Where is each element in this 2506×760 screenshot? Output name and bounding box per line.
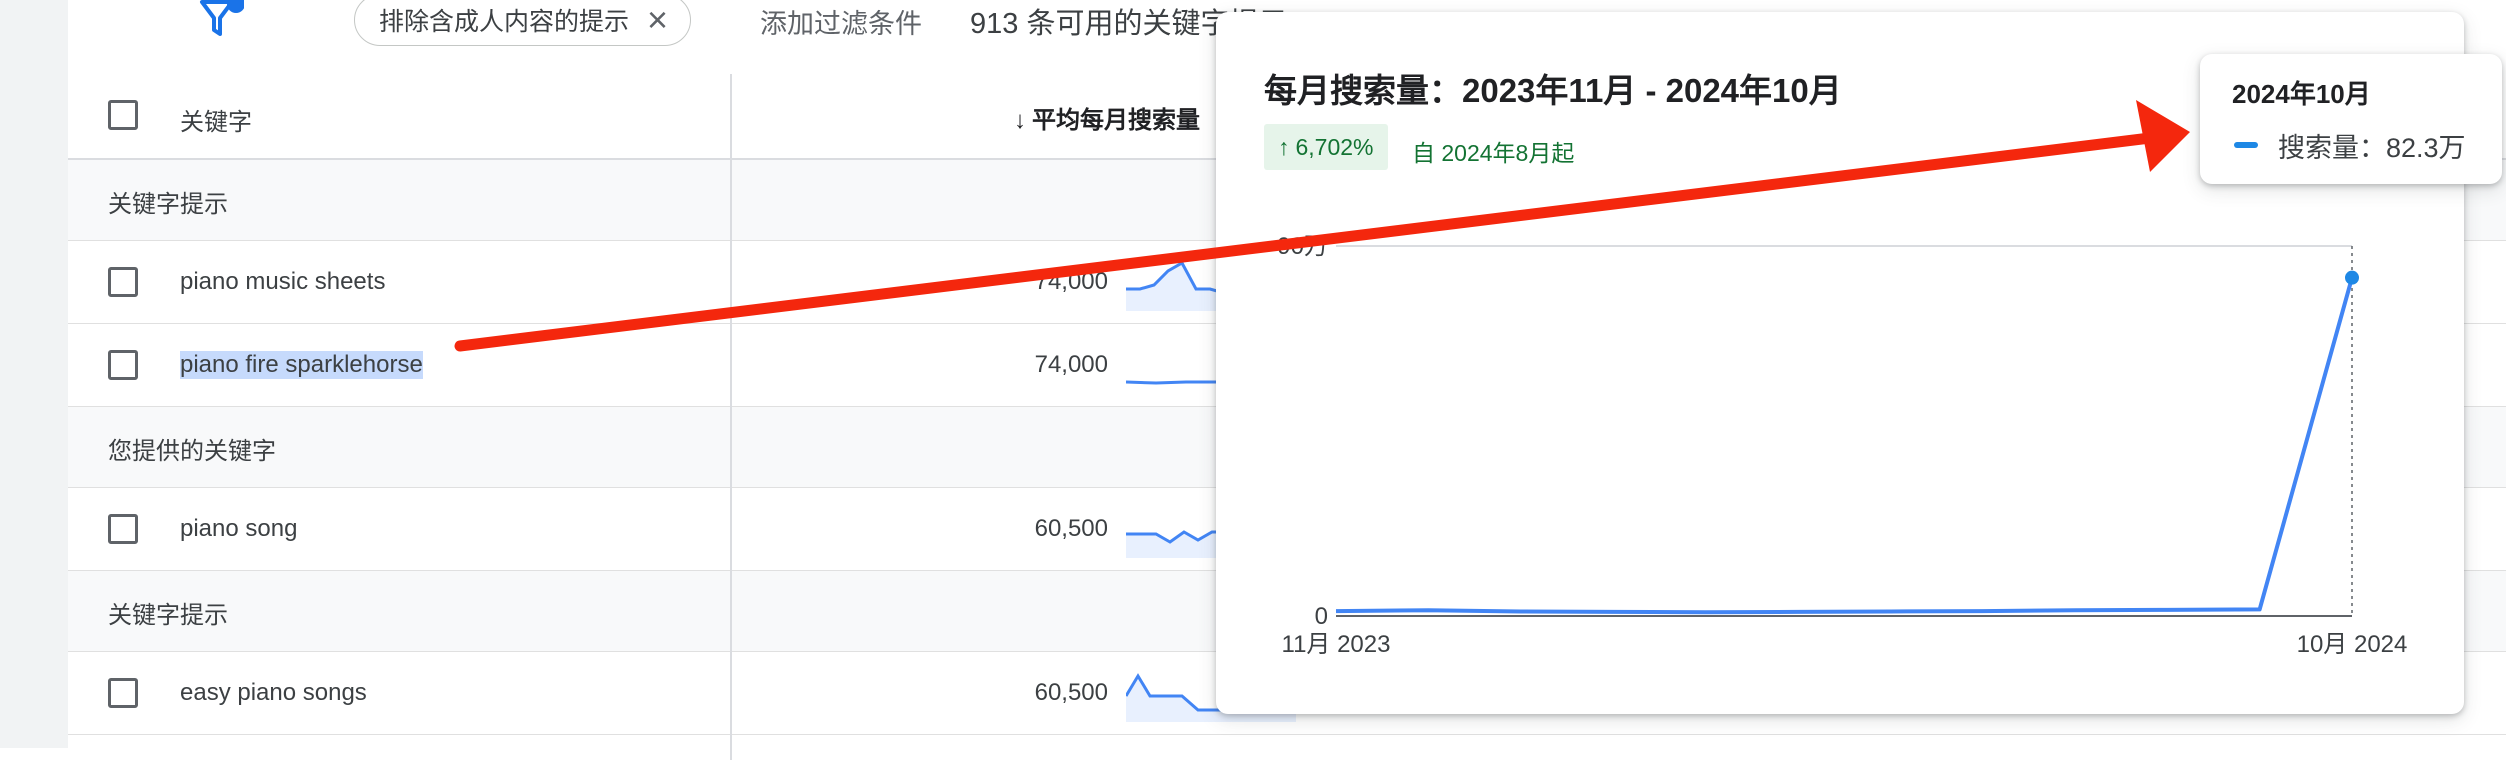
- filter-chip-label: 排除含成人内容的提示: [379, 8, 630, 36]
- avg-monthly-value: 74,000: [1034, 268, 1108, 295]
- section-title: 关键字提示: [108, 602, 228, 629]
- column-header-keyword[interactable]: 关键字: [180, 102, 252, 137]
- column-divider: [730, 74, 732, 160]
- monthly-search-chart: 0 90万 11月 2023 10月 2024: [1277, 233, 2408, 658]
- section-title: 关键字提示: [108, 191, 228, 218]
- series-line: [1335, 277, 2354, 615]
- series-legend-dash: [2234, 142, 2258, 148]
- filter-chip-exclude-adult[interactable]: 排除含成人内容的提示 ×: [354, 0, 692, 46]
- tooltip-date: 2024年10月: [2232, 79, 2371, 109]
- arrow-up-icon: ↑: [1278, 133, 1290, 160]
- section-title: 您提供的关键字: [108, 438, 276, 465]
- sort-down-icon: ↓: [1014, 107, 1026, 134]
- y-tick-label: 90万: [1277, 233, 1328, 260]
- close-icon[interactable]: ×: [647, 2, 668, 38]
- chart-tooltip: 2024年10月 搜索量：82.3万: [2200, 54, 2502, 184]
- select-all-checkbox[interactable]: [108, 100, 138, 130]
- data-point-highlight: [2345, 270, 2359, 285]
- avg-monthly-value: 74,000: [1034, 351, 1108, 378]
- x-tick-label: 10月 2024: [2297, 631, 2408, 658]
- x-tick-label: 11月 2023: [1282, 631, 1391, 658]
- tooltip-value: 搜索量：82.3万: [2278, 133, 2466, 163]
- keyword-text: piano music sheets: [180, 268, 386, 295]
- keyword-text: piano song: [180, 515, 298, 542]
- filter-icon[interactable]: [198, 0, 244, 40]
- trend-badge-value: 6,702%: [1295, 133, 1374, 160]
- row-checkbox[interactable]: [108, 350, 138, 380]
- column-header-avg-monthly[interactable]: ↓ 平均每月搜索量: [1014, 100, 1200, 135]
- row-checkbox[interactable]: [108, 267, 138, 297]
- avg-monthly-value: 60,500: [1034, 515, 1108, 542]
- trend-since: 自 2024年8月起: [1412, 140, 1575, 166]
- left-gutter: [0, 0, 68, 748]
- avg-monthly-value: 60,500: [1034, 679, 1108, 706]
- keyword-text: piano fire sparklehorse: [180, 351, 423, 379]
- row-checkbox[interactable]: [108, 678, 138, 708]
- column-divider: [730, 160, 732, 760]
- popup-title: 每月搜索量：2023年11月 - 2024年10月: [1264, 72, 1842, 109]
- y-tick-label: 0: [1315, 603, 1328, 630]
- trend-badge: ↑ 6,702%: [1264, 124, 1388, 170]
- column-header-avg-monthly-label: 平均每月搜索量: [1032, 107, 1200, 134]
- keyword-text: easy piano songs: [180, 679, 367, 706]
- add-filter-button[interactable]: 添加过滤条件: [760, 2, 922, 41]
- row-checkbox[interactable]: [108, 514, 138, 544]
